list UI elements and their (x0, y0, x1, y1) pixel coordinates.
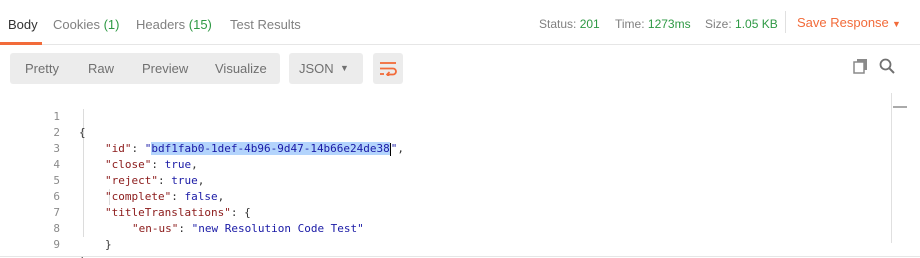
json-colon: : (157, 174, 172, 187)
code-line: 1 { (0, 93, 85, 139)
json-key: "titleTranslations" (105, 206, 231, 219)
json-colon: : (151, 158, 165, 171)
size-label: Size: (705, 17, 732, 31)
code-line: 3 "close": true, (0, 125, 197, 171)
json-colon: : (171, 190, 185, 203)
status-label: Status: (539, 17, 577, 31)
tab-headers[interactable]: Headers (15) (136, 17, 212, 32)
json-comma: , (197, 174, 205, 187)
tab-cookies[interactable]: Cookies (1) (53, 17, 119, 32)
tab-test-results-label: Test Results (230, 17, 301, 32)
code-text: { (79, 126, 86, 139)
json-comma: , (397, 142, 405, 155)
json-colon: : (230, 206, 245, 219)
chevron-down-icon: ▼ (340, 63, 349, 73)
json-value: false (184, 190, 218, 203)
code-text: "complete": false, (105, 189, 224, 205)
code-line: 8 } (0, 205, 111, 251)
code-text: "reject": true, (105, 173, 204, 189)
json-comma: , (191, 158, 198, 171)
code-line: 6 "titleTranslations": { (0, 173, 250, 219)
tab-body-label: Body (8, 17, 38, 32)
json-value: "new Resolution Code Test" (191, 222, 364, 235)
wrap-lines-icon (380, 62, 397, 76)
chevron-down-icon[interactable]: ▼ (892, 19, 901, 29)
code-line: 5 "complete": false, (0, 157, 224, 203)
tab-cookies-label: Cookies (53, 17, 100, 32)
json-key: "en-us" (132, 222, 179, 235)
scrollbar-thumb[interactable] (893, 106, 907, 108)
code-text: "titleTranslations": { (105, 205, 251, 221)
json-key: "id" (105, 142, 132, 155)
json-key: "reject" (105, 174, 158, 187)
wrap-lines-button[interactable] (373, 53, 403, 84)
status-value: 201 (579, 17, 600, 31)
scrollbar[interactable] (891, 93, 892, 243)
size-info: Size: 1.05 KB (705, 17, 778, 31)
time-info: Time: 1273ms (615, 17, 691, 31)
code-text: } (105, 238, 112, 251)
line-number: 9 (53, 238, 60, 251)
response-body-editor[interactable]: 1 { 2 "id": "bdf1fab0-1def-4b96-9d47-14b… (0, 93, 890, 258)
time-value: 1273ms (647, 17, 691, 31)
code-line: 7 "en-us": "new Resolution Code Test" (0, 189, 363, 235)
code-text: "close": true, (105, 157, 198, 173)
save-response-button[interactable]: Save Response (797, 15, 889, 30)
tab-test-results[interactable]: Test Results (230, 17, 301, 32)
active-tab-indicator (0, 42, 42, 45)
tab-headers-label: Headers (136, 17, 186, 32)
json-colon: : (178, 222, 192, 235)
json-value: true (171, 174, 198, 187)
json-comma: , (217, 190, 225, 203)
time-label: Time: (615, 17, 645, 31)
code-text: "en-us": "new Resolution Code Test" (132, 221, 364, 237)
format-select-value: JSON (299, 61, 334, 76)
json-colon: : (131, 142, 145, 155)
code-text: "id": "bdf1fab0-1def-4b96-9d47-14b66e24d… (105, 141, 404, 157)
visualize-button[interactable]: Visualize (215, 61, 267, 76)
code-line: 4 "reject": true, (0, 141, 204, 187)
search-icon[interactable] (879, 58, 895, 77)
json-key: "complete" (105, 190, 172, 203)
tab-cookies-count: (1) (103, 17, 120, 32)
header-divider (785, 11, 786, 33)
pretty-button[interactable]: Pretty (25, 61, 59, 76)
preview-button[interactable]: Preview (142, 61, 188, 76)
json-key: "close" (105, 158, 152, 171)
json-value: true (164, 158, 192, 171)
raw-button[interactable]: Raw (88, 61, 114, 76)
selected-text: bdf1fab0-1def-4b96-9d47-14b66e24de38 (151, 142, 390, 155)
code-line: 2 "id": "bdf1fab0-1def-4b96-9d47-14b66e2… (0, 109, 404, 156)
bottom-border (0, 256, 920, 257)
json-brace: { (244, 206, 251, 219)
code-line: 9 } (0, 221, 85, 258)
status-info: Status: 201 (539, 17, 600, 31)
tab-body[interactable]: Body (8, 17, 38, 32)
copy-icon[interactable] (853, 58, 869, 77)
size-value: 1.05 KB (735, 17, 778, 31)
tab-headers-count: (15) (188, 17, 212, 32)
